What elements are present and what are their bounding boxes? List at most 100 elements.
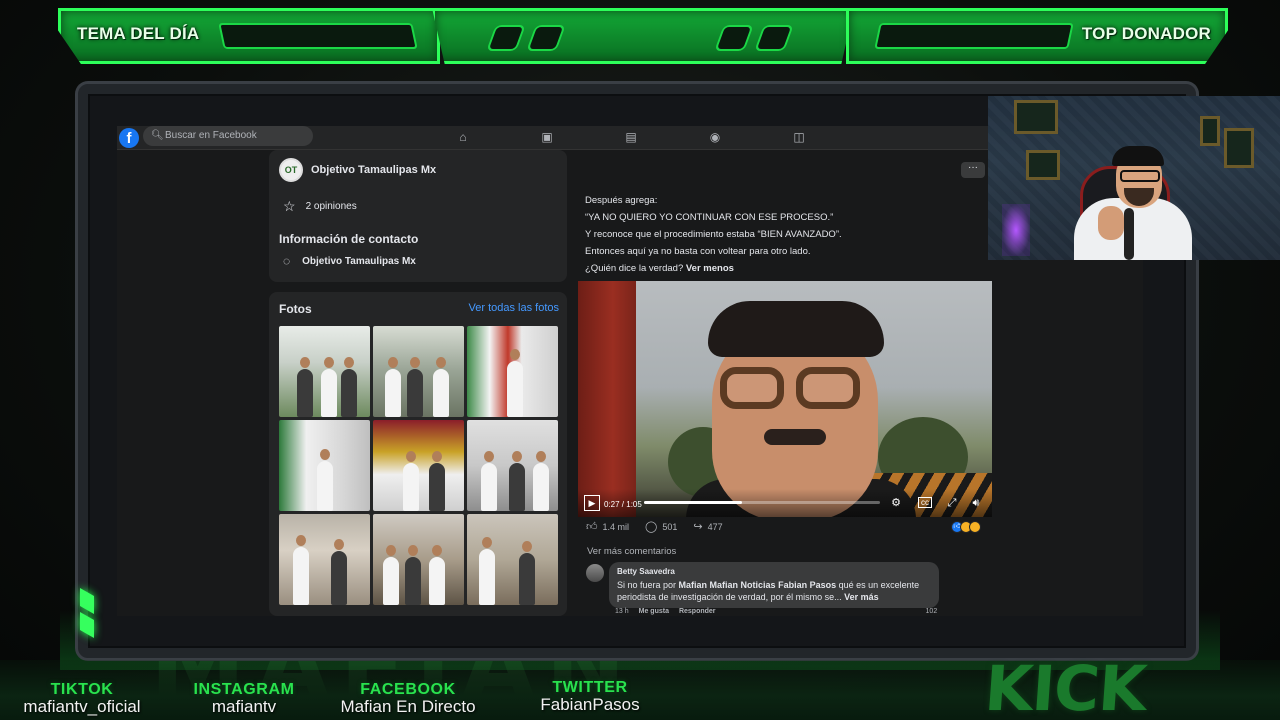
reviews-count: 2 opiniones (305, 201, 357, 212)
photo-thumbnail[interactable] (279, 420, 370, 511)
post-text: Después agrega: “YA NO QUIERO YO CONTINU… (585, 192, 985, 277)
social-network: TWITTER (552, 679, 628, 696)
donor-slot (874, 23, 1074, 49)
star-icon: ☆ (283, 198, 296, 214)
purple-light (1002, 204, 1030, 256)
marketplace-icon[interactable]: ▤ (623, 129, 639, 145)
post-line: ¿Quién dice la verdad? Ver menos (585, 260, 985, 277)
comment-time: 13 h (615, 608, 629, 615)
see-less-link[interactable]: Ver menos (686, 263, 734, 274)
streamer-glasses (1120, 170, 1160, 182)
video-time: 0:27 / 1:05 (604, 500, 642, 509)
share-button[interactable]: ↪ 477 (693, 520, 722, 533)
photo-grid (279, 326, 559, 605)
reviews-row[interactable]: ☆ 2 opiniones (283, 198, 357, 215)
gaming-icon[interactable]: ◫ (791, 129, 807, 145)
messenger-row[interactable]: ◌ Objetivo Tamaulipas Mx (283, 254, 416, 268)
video-player[interactable]: ▶ 0:27 / 1:05 ⚙ cc ⤢ 🔊︎ (578, 281, 992, 517)
messenger-contact: Objetivo Tamaulipas Mx (302, 255, 416, 267)
see-more-comments-link[interactable]: Ver más comentarios (587, 546, 676, 557)
haha-reaction-icon (969, 521, 981, 533)
comment-see-more-link[interactable]: Ver más (844, 592, 879, 602)
photo-thumbnail[interactable] (279, 514, 370, 605)
messenger-icon: ◌ (283, 254, 291, 268)
social-handle: Mafian En Directo (340, 697, 476, 716)
search-icon: 🔍︎ (151, 130, 164, 141)
play-icon[interactable]: ▶ (584, 495, 600, 511)
post-line: Entonces aquí ya no basta con voltear pa… (585, 246, 811, 257)
video-progress-bar[interactable] (644, 501, 880, 504)
comment-meta: 13 h Me gusta Responder 102 (615, 608, 937, 615)
page-name: Objetivo Tamaulipas Mx (311, 164, 437, 176)
page-name-row[interactable]: OT Objetivo Tamaulipas Mx (279, 158, 436, 182)
social-tiktok: TIKTOK mafiantv_oficial (18, 682, 146, 716)
topic-of-day-banner: TEMA DEL DÍA (58, 8, 440, 64)
captions-icon[interactable]: cc (918, 497, 932, 508)
top-donor-banner: TOP DONADOR (846, 8, 1228, 64)
thumbs-up-icon: 👍︎ (586, 521, 598, 533)
groups-icon[interactable]: ◉ (707, 129, 723, 145)
photo-thumbnail[interactable] (467, 326, 558, 417)
like-button[interactable]: 👍︎ 1.4 mil (586, 520, 629, 533)
photos-title: Fotos (279, 302, 312, 316)
contact-heading: Información de contacto (279, 232, 419, 246)
photo-thumbnail[interactable] (279, 326, 370, 417)
topic-slot (218, 23, 418, 49)
webcam-feed (988, 96, 1280, 260)
video-icon[interactable]: ▣ (539, 129, 555, 145)
comment-bubble: Betty Saavedra Si no fuera por Mafian Ma… (609, 562, 939, 608)
photo-thumbnail[interactable] (373, 420, 464, 511)
banner-pill (526, 25, 566, 51)
social-handle: mafiantv (211, 697, 277, 716)
wall-picture (1014, 100, 1058, 134)
top-donor-label: TOP DONADOR (1081, 24, 1211, 43)
center-banner (432, 8, 854, 64)
page-avatar: OT (279, 158, 303, 182)
video-progress-fill (644, 501, 742, 504)
social-network: FACEBOOK (360, 681, 456, 698)
settings-icon[interactable]: ⚙ (888, 495, 904, 511)
comment-author[interactable]: Betty Saavedra (617, 566, 931, 579)
comment-text-before: Si no fuera por (617, 579, 679, 590)
banner-pill (754, 25, 794, 51)
comment-mention[interactable]: Mafian Mafian Noticias Fabian Pasos (679, 580, 837, 590)
social-twitter: TWITTER FabianPasos (530, 680, 650, 714)
photo-thumbnail[interactable] (373, 514, 464, 605)
post-actions: 👍︎ 1.4 mil ◯ 501 ↪ 477 (586, 520, 723, 533)
video-barn (578, 281, 636, 517)
more-options-button[interactable]: ··· (961, 162, 985, 178)
shares-count: 477 (707, 521, 723, 532)
video-person (686, 301, 916, 517)
stream-overlay: TEMA DEL DÍA TOP DONADOR MAFIAN f 🔍︎ Bus… (0, 0, 1280, 720)
photo-thumbnail[interactable] (467, 420, 558, 511)
volume-icon[interactable]: 🔊︎ (968, 495, 984, 511)
post-last-line: ¿Quién dice la verdad? (585, 263, 684, 274)
comment-reply-link[interactable]: Responder (679, 608, 716, 615)
comments-count: 501 (662, 521, 678, 532)
streamer-cap (1112, 146, 1164, 166)
post-line: Y reconoce que el procedimiento estaba “… (585, 229, 842, 240)
photos-card: Fotos Ver todas las fotos (269, 292, 567, 616)
post-line: “YA NO QUIERO YO CONTINUAR CON ESE PROCE… (585, 212, 834, 223)
photo-thumbnail[interactable] (467, 514, 558, 605)
search-input[interactable]: 🔍︎ Buscar en Facebook (143, 126, 313, 146)
comment-avatar[interactable] (586, 564, 604, 582)
video-controls: ▶ 0:27 / 1:05 ⚙ cc ⤢ 🔊︎ (578, 489, 992, 517)
social-instagram: INSTAGRAM mafiantv (192, 682, 296, 716)
microphone-icon (1124, 208, 1134, 260)
photo-thumbnail[interactable] (373, 326, 464, 417)
comment-button[interactable]: ◯ 501 (645, 520, 677, 533)
social-handle: mafiantv_oficial (23, 697, 141, 716)
kick-logo: KICK (982, 652, 1149, 720)
comment-like-link[interactable]: Me gusta (639, 608, 669, 615)
facebook-logo-icon[interactable]: f (119, 128, 139, 148)
topic-of-day-label: TEMA DEL DÍA (77, 24, 200, 43)
banner-pill (486, 25, 526, 51)
wall-picture (1200, 116, 1220, 146)
home-icon[interactable]: ⌂ (455, 129, 471, 145)
reaction-emojis[interactable]: 👍︎ (951, 521, 981, 533)
streamer-hand (1098, 206, 1124, 240)
fullscreen-icon[interactable]: ⤢ (944, 495, 960, 511)
comment-reaction-count: 102 (925, 608, 938, 615)
see-all-photos-link[interactable]: Ver todas las fotos (469, 302, 560, 314)
